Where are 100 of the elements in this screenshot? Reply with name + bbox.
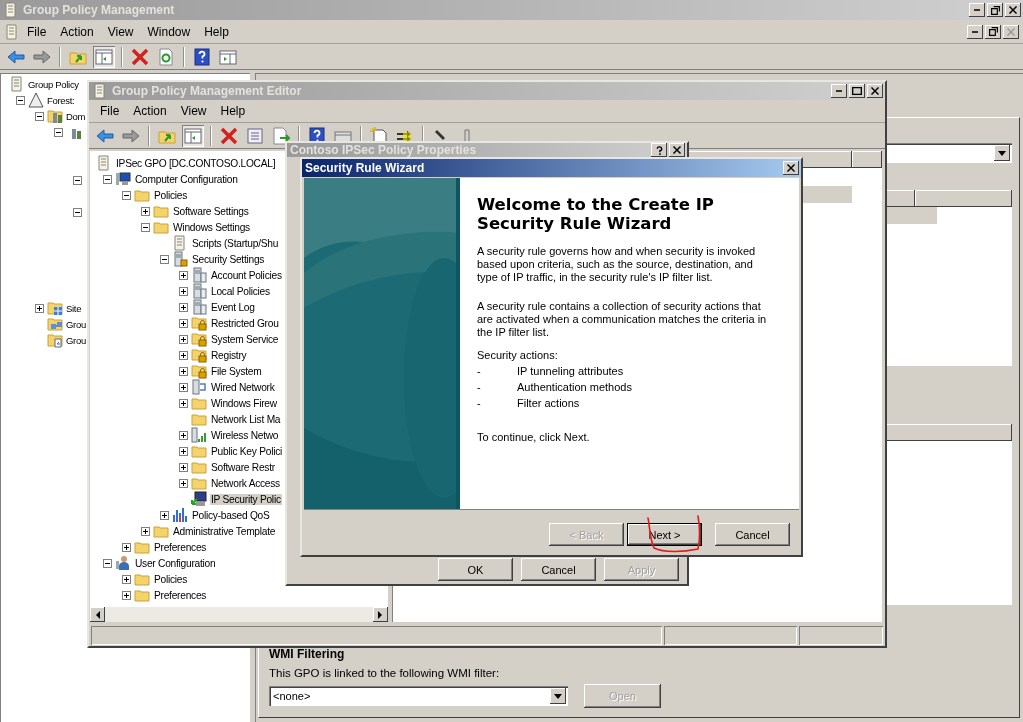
tree-item[interactable]: Software Settings	[172, 205, 250, 217]
wmi-filter-dropdown[interactable]: <none>	[269, 686, 568, 706]
collapse-icon[interactable]	[160, 254, 169, 264]
tree-item[interactable]: Forest:	[47, 94, 75, 106]
collapse-icon[interactable]	[141, 222, 150, 232]
menu-item[interactable]: Window	[140, 22, 198, 41]
tree-item[interactable]: Wired Network	[210, 381, 276, 393]
expand-icon[interactable]	[141, 206, 150, 216]
close-button[interactable]	[783, 161, 799, 175]
column-header[interactable]	[852, 151, 882, 168]
expand-icon[interactable]	[122, 590, 131, 600]
expand-icon[interactable]	[179, 350, 188, 360]
collapse-icon[interactable]	[122, 190, 131, 200]
paragraph: A security rule contains a collection of security actions that are activated when a communication matches the criteria in the IP filter list.	[477, 300, 768, 339]
tree-item[interactable]: System Service	[210, 333, 280, 345]
tree-item[interactable]: Software Restr	[210, 461, 276, 473]
tree-item[interactable]: Policies	[153, 189, 189, 201]
menu-item[interactable]: View	[173, 102, 214, 120]
tree-item[interactable]: Network List Ma	[210, 413, 282, 425]
menu-item[interactable]: Help	[197, 22, 236, 41]
wizard-button[interactable]: Cancel	[715, 523, 790, 546]
expand-icon[interactable]	[141, 526, 150, 536]
tree-item[interactable]: IPSec GPO [DC.CONTOSO.LOCAL]	[115, 157, 277, 169]
tree-item[interactable]: Security Settings	[191, 253, 266, 265]
column-header[interactable]	[915, 190, 1012, 207]
tree-item[interactable]: Event Log	[210, 301, 256, 313]
tree-item[interactable]: Scripts (Startup/Shu	[191, 237, 280, 249]
console-tree-icon[interactable]	[182, 124, 204, 147]
tree-item[interactable]: Grou	[66, 318, 86, 330]
collapse-icon[interactable]	[54, 127, 63, 137]
menu-item[interactable]: File	[20, 22, 54, 41]
expand-icon[interactable]	[179, 382, 188, 392]
tree-item[interactable]: File System	[210, 365, 263, 377]
tree-item[interactable]: Registry	[210, 349, 248, 361]
expand-icon[interactable]	[179, 270, 188, 280]
menu-item[interactable]: Action	[126, 102, 174, 120]
expand-icon[interactable]	[179, 302, 188, 312]
tree-item[interactable]: Windows Firew	[210, 397, 278, 409]
menu-item[interactable]: Help	[213, 102, 253, 120]
minimize-button[interactable]	[967, 24, 983, 39]
restore-button[interactable]	[985, 24, 1001, 39]
menu-item[interactable]: File	[93, 102, 127, 120]
tree-item[interactable]: Preferences	[153, 589, 208, 601]
tree-item[interactable]: Site	[66, 302, 82, 314]
tree-item[interactable]: Public Key Polici	[210, 445, 284, 457]
expand-icon[interactable]	[122, 542, 131, 552]
tree-item[interactable]: Wireless Netwo	[210, 429, 280, 441]
tree-item[interactable]: Grou	[66, 334, 86, 346]
scroll-right-icon[interactable]	[378, 610, 383, 619]
dialog-button[interactable]: Cancel	[521, 558, 596, 581]
expand-icon[interactable]	[179, 366, 188, 376]
tree-item[interactable]: Restricted Grou	[210, 317, 280, 329]
expand-icon[interactable]	[179, 334, 188, 344]
collapse-icon[interactable]	[73, 207, 82, 217]
scroll-left-icon[interactable]	[95, 610, 100, 619]
console-tree-icon[interactable]	[93, 45, 115, 68]
window-title: Group Policy Management Editor	[112, 84, 302, 98]
expand-icon[interactable]	[179, 286, 188, 296]
dropdown-arrow-icon[interactable]	[998, 150, 1006, 156]
tree-item[interactable]: Group Policy	[28, 78, 79, 90]
collapse-icon[interactable]	[73, 175, 82, 185]
menu-item[interactable]: Action	[53, 22, 101, 41]
tree-item[interactable]: IP Security Polic	[210, 493, 282, 505]
expand-icon[interactable]	[122, 574, 131, 584]
expand-icon[interactable]	[179, 462, 188, 472]
tree-item[interactable]: Local Policies	[210, 285, 271, 297]
folder-icon	[191, 443, 207, 459]
expand-icon[interactable]	[35, 303, 44, 313]
tree-item[interactable]: Account Policies	[210, 269, 283, 281]
tree-item[interactable]: Windows Settings	[172, 221, 251, 233]
tree-item[interactable]: Administrative Template	[172, 525, 277, 537]
expand-icon[interactable]	[179, 430, 188, 440]
folder-icon	[47, 316, 63, 332]
close-icon	[673, 146, 681, 154]
dropdown-arrow-icon[interactable]	[554, 693, 562, 699]
collapse-icon[interactable]	[16, 95, 25, 105]
expand-icon[interactable]	[179, 446, 188, 456]
tree-item[interactable]: Dom	[66, 110, 86, 122]
tree-item[interactable]: Policy-based QoS	[191, 509, 271, 521]
close-button[interactable]	[1003, 24, 1019, 39]
list-row[interactable]	[800, 186, 852, 203]
expand-icon[interactable]	[179, 318, 188, 328]
tree-item[interactable]: Computer Configuration	[134, 173, 239, 185]
document-icon	[96, 155, 112, 171]
tree-item[interactable]: Policies	[153, 573, 189, 585]
tree-item[interactable]: Network Access	[210, 477, 281, 489]
horizontal-scrollbar[interactable]	[90, 607, 388, 622]
tree-item[interactable]: Preferences	[153, 541, 208, 553]
menu-item[interactable]: View	[100, 22, 141, 41]
collapse-icon[interactable]	[35, 111, 44, 121]
collapse-icon[interactable]	[103, 174, 112, 184]
expand-icon[interactable]	[179, 398, 188, 408]
dialog-button[interactable]: OK	[438, 558, 513, 581]
expand-icon[interactable]	[160, 510, 169, 520]
minimize-icon	[836, 90, 842, 92]
tree-item[interactable]: User Configuration	[134, 557, 217, 569]
collapse-icon[interactable]	[103, 558, 112, 568]
expand-icon[interactable]	[179, 478, 188, 488]
export-icon[interactable]	[270, 124, 292, 147]
help-icon[interactable]	[191, 45, 213, 68]
